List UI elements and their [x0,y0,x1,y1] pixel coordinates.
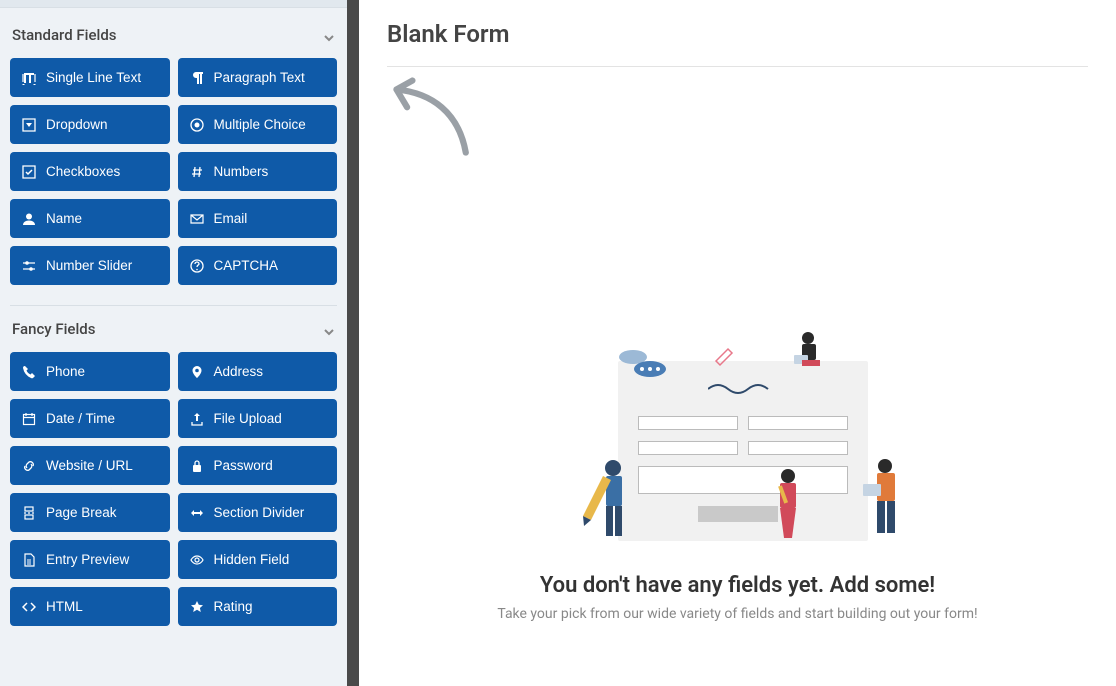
field-dropdown[interactable]: Dropdown [10,105,170,144]
chevron-down-icon [323,29,335,41]
standard-fields-title: Standard Fields [12,26,117,44]
field-label: Page Break [46,505,117,520]
person-sitting-icon [790,331,830,373]
field-label: CAPTCHA [214,258,279,273]
field-checkboxes[interactable]: Checkboxes [10,152,170,191]
phone-icon [22,365,36,379]
person-red-icon [768,466,808,546]
field-email[interactable]: Email [178,199,338,238]
field-name[interactable]: Name [10,199,170,238]
fields-sidebar: Standard Fields Single Line Text Paragrap… [0,0,347,686]
text-height-icon [22,71,36,85]
field-single-line-text[interactable]: Single Line Text [10,58,170,97]
map-pin-icon [190,365,204,379]
field-date-time[interactable]: Date / Time [10,399,170,438]
field-phone[interactable]: Phone [10,352,170,391]
upload-icon [190,412,204,426]
field-entry-preview[interactable]: Entry Preview [10,540,170,579]
sidebar-tabstrip [0,0,347,8]
standard-fields-grid: Single Line Text Paragraph Text Dropdown Mu… [10,58,337,305]
field-rating[interactable]: Rating [178,587,338,626]
field-label: Multiple Choice [214,117,306,132]
dot-circle-icon [190,118,204,132]
field-label: Numbers [214,164,269,179]
field-file-upload[interactable]: File Upload [178,399,338,438]
field-number-slider[interactable]: Number Slider [10,246,170,285]
field-numbers[interactable]: Numbers [178,152,338,191]
page-break-icon [22,506,36,520]
star-icon [190,600,204,614]
file-icon [22,553,36,567]
person-laptop-icon [863,456,908,541]
section-separator [10,305,337,306]
field-hidden-field[interactable]: Hidden Field [178,540,338,579]
paragraph-icon [190,71,204,85]
arrows-h-icon [190,506,204,520]
field-label: Single Line Text [46,70,141,85]
fancy-fields-header[interactable]: Fancy Fields [10,310,337,352]
empty-heading: You don't have any fields yet. Add some! [540,573,935,598]
eye-slash-icon [190,553,204,567]
fancy-fields-title: Fancy Fields [12,320,95,338]
user-icon [22,212,36,226]
field-paragraph-text[interactable]: Paragraph Text [178,58,338,97]
chevron-down-icon [323,323,335,335]
envelope-icon [190,212,204,226]
field-label: Website / URL [46,458,133,473]
field-label: Paragraph Text [214,70,305,85]
field-label: Date / Time [46,411,115,426]
caret-square-icon [22,118,36,132]
person-pencil-icon [578,456,633,546]
hash-icon [190,165,204,179]
field-captcha[interactable]: CAPTCHA [178,246,338,285]
field-label: Name [46,211,82,226]
field-label: Section Divider [214,505,305,520]
hint-arrow-icon [387,77,1088,161]
field-label: Entry Preview [46,552,129,567]
field-label: Password [214,458,273,473]
field-label: File Upload [214,411,282,426]
field-label: Email [214,211,248,226]
fancy-fields-grid: Phone Address Date / Time File Upload Websit… [10,352,337,646]
link-icon [22,459,36,473]
lock-icon [190,459,204,473]
empty-subtext: Take your pick from our wide variety of … [497,606,977,622]
check-square-icon [22,165,36,179]
field-website-url[interactable]: Website / URL [10,446,170,485]
form-title: Blank Form [387,20,1088,67]
code-icon [22,600,36,614]
question-circle-icon [190,259,204,273]
field-password[interactable]: Password [178,446,338,485]
panel-divider[interactable] [347,0,359,686]
field-multiple-choice[interactable]: Multiple Choice [178,105,338,144]
field-address[interactable]: Address [178,352,338,391]
empty-state: You don't have any fields yet. Add some!… [387,331,1088,622]
field-label: Dropdown [46,117,108,132]
sliders-icon [22,259,36,273]
field-label: Phone [46,364,85,379]
field-label: Rating [214,599,253,614]
standard-fields-header[interactable]: Standard Fields [10,16,337,58]
field-section-divider[interactable]: Section Divider [178,493,338,532]
form-canvas[interactable]: Blank Form You don't have any fields yet… [359,0,1116,686]
field-label: Hidden Field [214,552,290,567]
field-page-break[interactable]: Page Break [10,493,170,532]
field-label: Address [214,364,264,379]
field-html[interactable]: HTML [10,587,170,626]
empty-illustration [568,331,908,551]
field-label: HTML [46,599,83,614]
field-label: Number Slider [46,258,132,273]
field-label: Checkboxes [46,164,120,179]
calendar-icon [22,412,36,426]
